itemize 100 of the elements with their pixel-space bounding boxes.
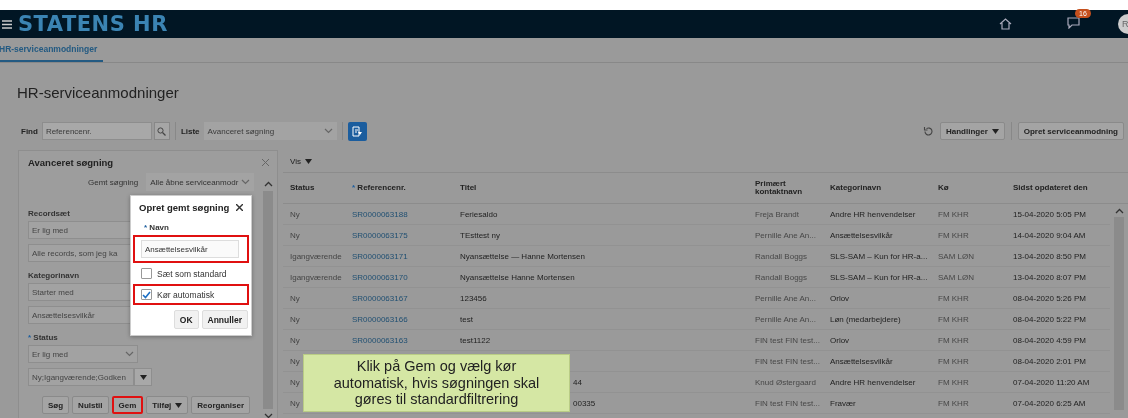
table-cell: Ansættelsesvilkår xyxy=(830,230,893,240)
table-cell: FM KHR xyxy=(938,209,969,219)
table-cell: Ny xyxy=(290,230,300,240)
page-title: HR-serviceanmodninger xyxy=(17,84,179,101)
column-header[interactable]: * Referencenr. xyxy=(352,184,406,192)
column-header[interactable]: Kø xyxy=(938,184,949,192)
checkbox[interactable] xyxy=(141,268,152,279)
column-header[interactable]: Status xyxy=(290,184,315,192)
actions-menu-button[interactable]: Handlinger xyxy=(939,122,1005,140)
table-cell: 08-04-2020 2:01 PM xyxy=(1013,356,1086,366)
table-cell: Ny xyxy=(290,314,300,324)
table-cell: Pernille Ane An... xyxy=(755,230,816,240)
export-button[interactable] xyxy=(347,121,367,141)
panel-button[interactable]: Søg xyxy=(42,396,70,414)
reference-link[interactable]: SR0000063167 xyxy=(352,293,408,303)
table-cell: FM KHR xyxy=(938,377,969,387)
chevron-icon xyxy=(241,179,251,185)
column-header[interactable]: Titel xyxy=(460,184,477,192)
panel-button[interactable]: Reorganiser xyxy=(191,396,250,414)
dropdown-button[interactable] xyxy=(134,368,152,386)
view-menu[interactable]: Vis xyxy=(283,150,318,172)
dropdown-button[interactable]: Tilføj xyxy=(146,396,189,414)
menu-icon[interactable] xyxy=(2,19,12,29)
table-cell: SAM LØN xyxy=(938,251,974,261)
scrollbar[interactable] xyxy=(262,181,274,418)
table-cell: FM KHR xyxy=(938,314,969,324)
table-cell: 15-04-2020 5:05 PM xyxy=(1013,209,1086,219)
table-cell: Nyansættelse — Hanne Mortensen xyxy=(460,251,585,261)
refresh-icon[interactable] xyxy=(922,125,934,137)
saved-search-dropdown[interactable]: Alle åbne serviceanmodr xyxy=(146,173,255,191)
table-cell: Randall Boggs xyxy=(755,251,808,261)
chevron-icon xyxy=(125,351,134,357)
table-cell: 123456 xyxy=(460,293,487,303)
name-field[interactable]: Ansættelsesvilkår xyxy=(141,240,239,258)
chevron-icon xyxy=(323,128,333,134)
table-cell: Feriesaldo xyxy=(460,209,498,219)
scroll-up-icon[interactable] xyxy=(263,181,273,187)
checkbox[interactable] xyxy=(141,289,152,300)
table-cell: Fravær xyxy=(830,398,856,408)
close-icon[interactable] xyxy=(236,204,243,211)
reference-link[interactable]: SR0000063171 xyxy=(352,251,408,261)
status-field[interactable]: Ny;Igangværende;Godken xyxy=(28,368,134,386)
list-dropdown[interactable]: Avanceret søgning xyxy=(203,122,337,140)
operator-dropdown[interactable]: Er lig med xyxy=(28,345,138,363)
table-cell: SLS-SAM – Kun for HR-a... xyxy=(830,272,928,282)
column-header[interactable]: Sidst opdateret den xyxy=(1013,184,1088,192)
table-cell: Andre HR henvendelser xyxy=(830,377,916,387)
reference-link[interactable]: SR0000063163 xyxy=(352,335,408,345)
reference-link[interactable]: SR0000063188 xyxy=(352,209,408,219)
instruction-callout: Klik på Gem og vælg kør automatisk, hvis søgningen skal gøres til standardfiltrering xyxy=(303,354,570,412)
table-cell: 00335 xyxy=(573,398,596,408)
table-cell: 13-04-2020 8:07 PM xyxy=(1013,272,1086,282)
table-cell: FM KHR xyxy=(938,335,969,345)
checkbox-label[interactable]: Sæt som standard xyxy=(157,268,227,279)
search-icon xyxy=(157,126,167,136)
caret-icon xyxy=(991,128,999,134)
reference-link[interactable]: SR0000063170 xyxy=(352,272,408,282)
field-label: Recordsæt xyxy=(28,209,70,218)
caret-icon xyxy=(304,158,312,164)
chat-icon[interactable] xyxy=(1067,17,1080,29)
panel-button[interactable]: Nulstil xyxy=(72,396,109,414)
search-button[interactable] xyxy=(153,122,170,140)
table-cell: Ny xyxy=(290,335,300,345)
dialog-title: Opret gemt søgning xyxy=(139,202,230,213)
table-cell: Pernille Ane An... xyxy=(755,314,816,324)
table-cell: Ny xyxy=(290,209,300,219)
reference-link[interactable]: SR0000063166 xyxy=(352,314,408,324)
checkbox-label[interactable]: Kør automatisk xyxy=(157,289,215,300)
table-cell: Ny xyxy=(290,377,300,387)
field-label: * Status xyxy=(28,333,58,342)
column-header[interactable]: Kategorinavn xyxy=(830,184,882,192)
table-cell: test1122 xyxy=(460,335,491,345)
table-cell: 07-04-2020 6:25 AM xyxy=(1013,398,1086,408)
table-cell: FIN test FIN test... xyxy=(755,398,820,408)
table-cell: FM KHR xyxy=(938,230,969,240)
home-icon[interactable] xyxy=(999,18,1012,30)
scroll-up-icon[interactable] xyxy=(1114,208,1124,214)
dialog-button[interactable]: OK xyxy=(173,310,199,329)
table-cell: Freja Brandt xyxy=(755,209,800,219)
caret-icon xyxy=(139,374,147,380)
create-button[interactable]: Opret serviceanmodning xyxy=(1017,122,1124,140)
table-cell: 08-04-2020 5:26 PM xyxy=(1013,293,1086,303)
user-avatar[interactable]: R xyxy=(1118,14,1128,34)
find-field[interactable]: Referencenr. xyxy=(41,122,152,140)
app-logo[interactable]: STATENS HR xyxy=(18,12,168,36)
reference-link[interactable]: SR0000063175 xyxy=(352,230,408,240)
table-cell: Andre HR henvendelser xyxy=(830,209,916,219)
table-cell: FM KHR xyxy=(938,398,969,408)
saved-search-label: Gemt søgning xyxy=(88,177,139,187)
table-cell: Ny xyxy=(290,356,300,366)
table-cell: SAM LØN xyxy=(938,272,974,282)
dialog-button[interactable]: Annuller xyxy=(201,310,248,329)
panel-button[interactable]: Gem xyxy=(111,396,144,414)
table-cell: 08-04-2020 5:22 PM xyxy=(1013,314,1086,324)
panel-title: Avanceret søgning xyxy=(28,157,114,168)
table-cell: Igangværende xyxy=(290,251,342,261)
scroll-down-icon[interactable] xyxy=(263,413,273,418)
column-header[interactable]: Primært kontaktnavn xyxy=(755,180,823,196)
table-cell: Ansættelsesvilkår xyxy=(830,356,893,366)
field-label: * Navn xyxy=(144,223,170,232)
